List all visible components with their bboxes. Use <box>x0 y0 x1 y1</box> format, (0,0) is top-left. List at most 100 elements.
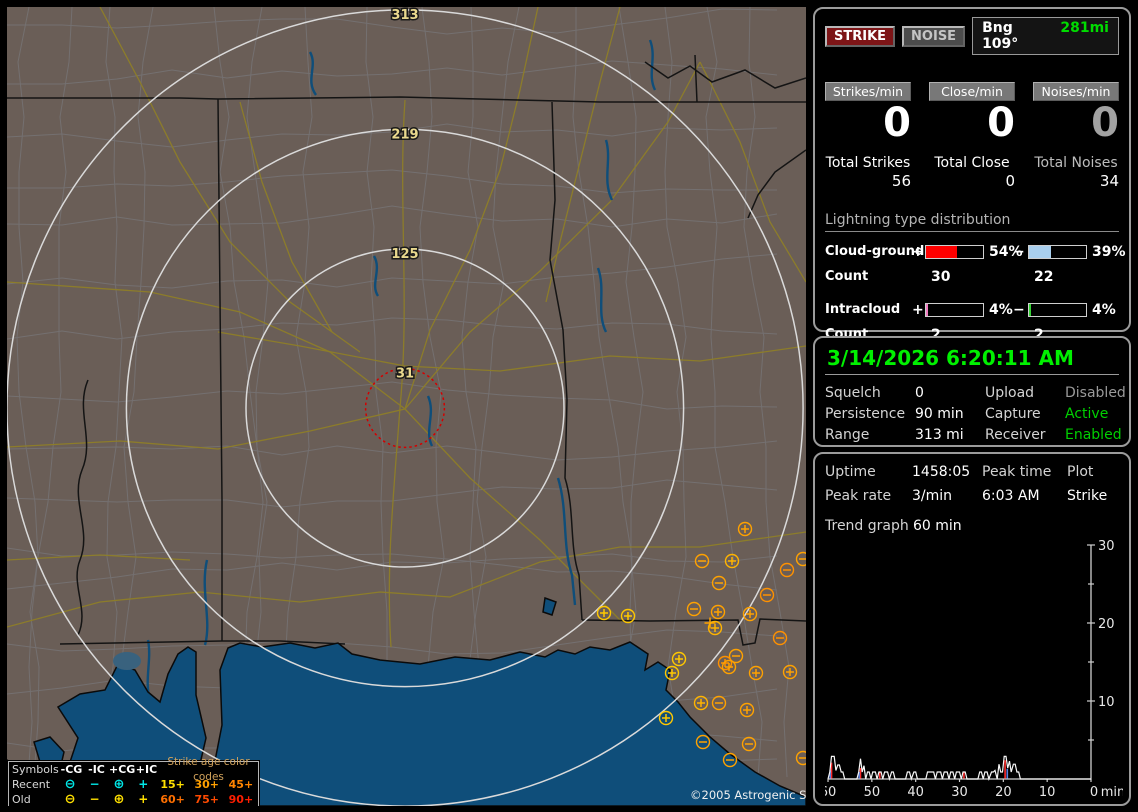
trend-chart: 10 20 30 60 50 40 30 20 10 0min <box>820 539 1126 806</box>
x-tick-label: 30 <box>951 785 968 800</box>
minus-bar-fill <box>1029 245 1052 258</box>
legend-age-code: 60+ <box>160 793 185 806</box>
nexstorm-window: 313 219 125 31 ©2005 Astrogenic Systems Symb… <box>0 0 1138 812</box>
plus-sign: + <box>912 301 924 318</box>
legend-row-label: Recent <box>12 778 51 791</box>
legend-symbol-minus-cg: ⊖ <box>64 777 76 792</box>
mode-row: STRIKE NOISE Bng 109° 281mi <box>825 17 1119 55</box>
minus-count: 22 <box>1034 268 1054 285</box>
rate-counter-button[interactable]: Close/min <box>929 82 1015 101</box>
x-tick-label: 20 <box>995 785 1012 800</box>
range-ring-label: 31 <box>396 367 414 382</box>
rate-value: 0 <box>883 100 911 146</box>
uptime-cell: 6:03 AM <box>982 488 1040 504</box>
status-value: 0 <box>915 385 924 401</box>
lightning-type-distribution: Lightning type distribution Cloud-ground… <box>825 212 1126 345</box>
legend-symbol-minus-ic: − <box>89 777 100 791</box>
y-tick-label: 30 <box>1098 540 1115 554</box>
rate-counter: Strikes/min 0 Total Strikes 56 <box>825 82 911 190</box>
plus-count: 30 <box>931 268 951 285</box>
distribution-row: Intracloud +4% −4% <box>825 299 1119 320</box>
status-value: Disabled <box>1065 385 1126 401</box>
legend-row-label: Old <box>12 793 31 806</box>
uptime-grid: Uptime 1458:05 Peak time Plot Peak rate 3/min… <box>825 464 1119 504</box>
total-value: 56 <box>891 172 911 190</box>
minus-sign: − <box>1013 301 1025 318</box>
noise-mode-button[interactable]: NOISE <box>902 25 966 47</box>
x-tick-label: 60 <box>825 785 836 800</box>
total-value: 34 <box>1099 172 1119 190</box>
legend-age-code: 90+ <box>228 793 254 806</box>
status-value: 313 mi <box>915 427 964 443</box>
legend-col-header: +IC <box>135 763 158 776</box>
legend-age-code: 75+ <box>194 793 220 806</box>
status-label: Squelch <box>825 385 881 401</box>
legend-symbol-plus-ic: + <box>138 792 149 806</box>
rate-counters: Strikes/min 0 Total Strikes 56 Close/min 0 Tot… <box>825 82 1119 190</box>
plus-percentage: 4% <box>989 301 1013 318</box>
status-label: Receiver <box>985 427 1046 443</box>
rate-value: 0 <box>987 100 1015 146</box>
legend-age-code: 15+ <box>160 778 185 791</box>
bearing-display: Bng 109° 281mi <box>972 17 1119 55</box>
status-value: 90 min <box>915 406 964 422</box>
status-label: Persistence <box>825 406 906 422</box>
trend-chart-canvas: 10 20 30 60 50 40 30 20 10 0min <box>820 539 1126 800</box>
y-tick-label: 10 <box>1098 695 1115 710</box>
status-panel: 3/14/2026 6:20:11 AM Squelch 0 Upload Disab… <box>813 336 1131 447</box>
range-ring-label: 125 <box>391 247 418 262</box>
total-label: Total Close <box>934 155 1010 171</box>
uptime-cell: Peak time <box>982 464 1052 480</box>
uptime-cell: Plot <box>1067 464 1094 480</box>
trend-graph-label: Trend graph <box>825 518 909 534</box>
legend-symbol-minus-ic: − <box>89 792 100 806</box>
legend-col-header: -IC <box>88 763 105 776</box>
trend-line-strike-rate <box>827 755 1091 782</box>
distribution-row: Cloud-ground +54% − 39% <box>825 241 1126 262</box>
rate-counter-button[interactable]: Noises/min <box>1033 82 1119 101</box>
copyright-text: ©2005 Astrogenic Systems <box>690 788 806 802</box>
plus-sign: + <box>912 243 924 260</box>
legend-header-row: Symbols -CG -IC +CG +IC Strike age color code… <box>9 756 258 783</box>
uptime-cell: Strike <box>1067 488 1108 504</box>
minus-bar <box>1028 244 1087 259</box>
minus-bar <box>1028 302 1087 317</box>
total-label: Total Strikes <box>825 155 911 171</box>
x-tick-label: 40 <box>907 785 924 800</box>
y-tick-label: 20 <box>1098 617 1115 632</box>
x-axis-unit: min <box>1101 785 1123 800</box>
total-label: Total Noises <box>1034 155 1118 171</box>
x-tick-label: 50 <box>864 785 881 800</box>
strike-mode-button[interactable]: STRIKE <box>825 25 896 47</box>
plus-bar-fill <box>926 245 957 258</box>
strike-stats-panel: STRIKE NOISE Bng 109° 281mi Strikes/min 0… <box>813 7 1131 343</box>
rate-counter-button[interactable]: Strikes/min <box>825 82 911 101</box>
distribution-type-label: Cloud-ground <box>825 244 925 259</box>
minus-percentage: 39% <box>1092 243 1126 260</box>
map-canvas[interactable]: 313 219 125 31 ©2005 Astrogenic Systems <box>7 7 806 806</box>
bearing-distance: 281mi <box>1060 20 1109 36</box>
legend-col-header: -CG <box>60 763 83 776</box>
receiver-status-grid: Squelch 0 Upload Disabled Persistence 90 min C… <box>825 385 1126 443</box>
legend-row: Old ⊖ − ⊕ +60+ 75+ 90+ <box>9 792 258 806</box>
minus-percentage: 4% <box>1092 301 1116 318</box>
uptime-value: 3/min <box>912 488 953 504</box>
distribution-title: Lightning type distribution <box>825 212 1119 232</box>
distribution-type-label: Intracloud <box>825 302 901 317</box>
range-ring-label: 313 <box>391 8 418 23</box>
trend-panel: Uptime 1458:05 Peak time Plot Peak rate 3/min… <box>813 452 1131 806</box>
status-label: Upload <box>985 385 1035 401</box>
status-value: Active <box>1065 406 1109 422</box>
map-legend: Symbols -CG -IC +CG +IC Strike age color code… <box>8 756 259 806</box>
datetime-display: 3/14/2026 6:20:11 AM <box>825 344 1119 375</box>
lightning-map[interactable]: 313 219 125 31 ©2005 Astrogenic Systems Symb… <box>7 7 806 806</box>
status-label: Capture <box>985 406 1041 422</box>
x-tick-label: 0 <box>1090 785 1098 800</box>
legend-symbol-minus-cg: ⊖ <box>64 792 76 806</box>
legend-symbol-plus-cg: ⊕ <box>113 777 125 792</box>
trend-graph-row: Trend graph 60 min <box>825 518 1119 534</box>
uptime-label: Peak rate <box>825 488 892 504</box>
bearing-value: Bng 109° <box>982 20 1019 52</box>
rate-value: 0 <box>1091 100 1119 146</box>
count-label: Count <box>825 269 869 284</box>
